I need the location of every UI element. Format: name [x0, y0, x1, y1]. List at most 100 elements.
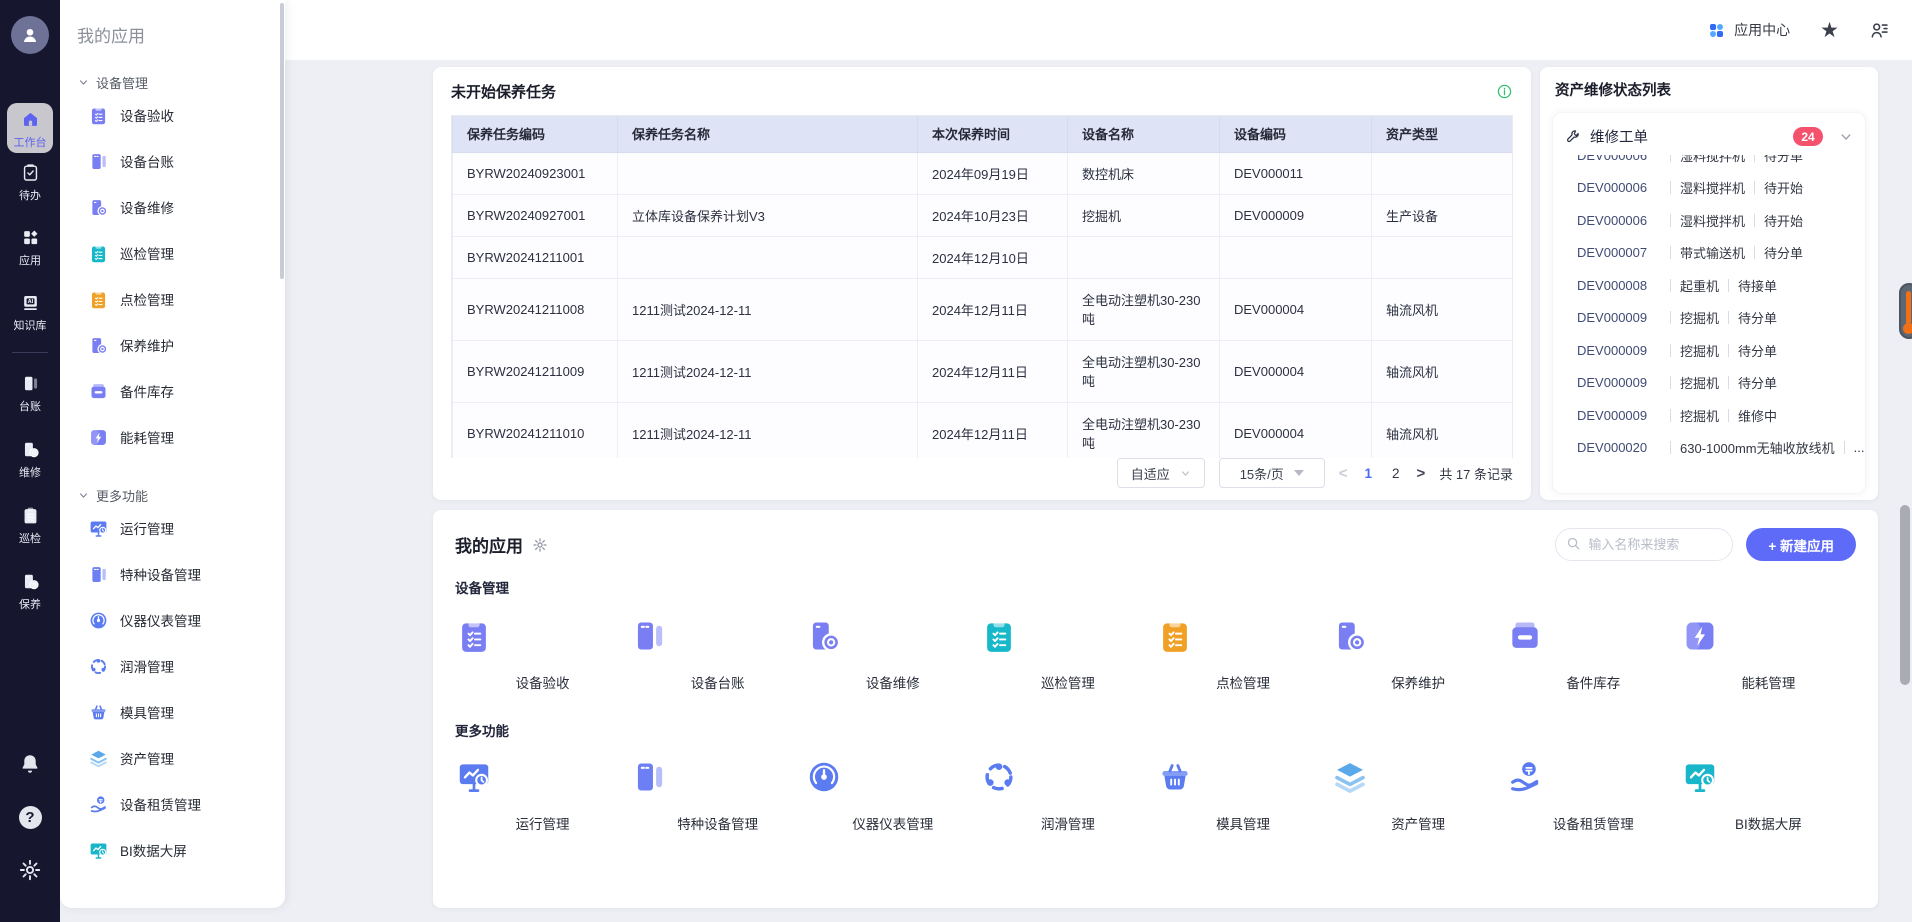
rail-item-knowledge[interactable]: 知识库 [0, 293, 60, 333]
help-button[interactable]: ? [0, 806, 60, 829]
sidebar-item-run-mgmt[interactable]: 运行管理 [60, 505, 285, 551]
device-wrench-icon [805, 617, 980, 655]
next-page-button[interactable]: > [1417, 465, 1426, 482]
repair-item[interactable]: DEV000009 挖掘机 待分单 [1553, 367, 1865, 400]
rail-item-repair[interactable]: 维修 [0, 440, 60, 480]
sidebar-item-lubrication[interactable]: 润滑管理 [60, 643, 285, 689]
device-ledger-icon [21, 374, 40, 393]
sidebar-item-patrol-mgmt[interactable]: 巡检管理 [60, 230, 285, 276]
table-row[interactable]: BYRW20240923001 2024年09月19日 数控机床 DEV000011 [452, 151, 1512, 195]
rail-item-maintain[interactable]: 保养 [0, 572, 60, 612]
app-tile-instrument-mgmt[interactable]: 仪器仪表管理 [805, 758, 980, 833]
sidebar-group-more[interactable]: 更多功能 [60, 486, 285, 505]
app-tile-mold-mgmt[interactable]: 模具管理 [1156, 758, 1331, 833]
main-scrollbar-thumb[interactable] [1900, 505, 1910, 685]
app-tile-patrol-mgmt[interactable]: 巡检管理 [980, 617, 1155, 692]
user-settings-icon[interactable] [1869, 20, 1890, 41]
sidebar-item-device-ledger[interactable]: 设备台账 [60, 138, 285, 184]
search-input[interactable] [1555, 528, 1734, 561]
info-icon[interactable] [1496, 83, 1513, 100]
app-tile-spot-check[interactable]: 点检管理 [1156, 617, 1331, 692]
repair-item[interactable]: DEV000020 630-1000mm无轴收放线机 ... [1553, 432, 1865, 465]
repair-item[interactable]: DEV000006 湿料搅拌机 待开始 [1553, 172, 1865, 205]
repair-item[interactable]: DEV000006 湿料搅拌机 待开始 [1553, 204, 1865, 237]
sidebar-item-asset-mgmt[interactable]: 资产管理 [60, 735, 285, 781]
rail-item-todo[interactable]: 待办 [0, 163, 60, 203]
rail-item-workbench[interactable]: 工作台 [7, 103, 53, 153]
card-title: 我的应用 [455, 537, 523, 556]
sidebar-item-instrument-mgmt[interactable]: 仪器仪表管理 [60, 597, 285, 643]
sidebar-item-equipment-lease[interactable]: 设备租赁管理 [60, 781, 285, 827]
prev-page-button[interactable]: < [1339, 465, 1348, 482]
repair-item[interactable]: DEV000006 湿料搅拌机 待分单 [1553, 155, 1865, 172]
app-tile-asset-mgmt[interactable]: 资产管理 [1331, 758, 1506, 833]
sidebar-item-maintenance[interactable]: 保养维护 [60, 322, 285, 368]
page-number-2[interactable]: 2 [1389, 466, 1403, 481]
chevron-down-icon[interactable] [1839, 130, 1853, 144]
rail-item-ledger[interactable]: 台账 [0, 374, 60, 414]
app-tile-equipment-lease[interactable]: 设备租赁管理 [1506, 758, 1681, 833]
table-row[interactable]: BYRW20241211001 2024年12月10日 [452, 235, 1512, 279]
repair-item[interactable]: DEV000007 带式输送机 待分单 [1553, 237, 1865, 270]
sidebar-scrollbar-thumb[interactable] [280, 3, 284, 279]
device-gear-icon [88, 335, 109, 356]
repair-item[interactable]: DEV000008 起重机 待接单 [1553, 269, 1865, 302]
app-center-button[interactable]: 应用中心 [1707, 20, 1790, 40]
app-center-icon [1707, 21, 1726, 40]
rail-item-label: 维修 [19, 467, 41, 479]
sidebar-item-bi-dashboard[interactable]: BI数据大屏 [60, 827, 285, 873]
page-number-1[interactable]: 1 [1362, 466, 1376, 481]
notifications-button[interactable] [0, 752, 60, 776]
sidebar-item-spare-parts[interactable]: 备件库存 [60, 368, 285, 414]
home-icon [21, 110, 40, 129]
app-tile-run-mgmt[interactable]: 运行管理 [455, 758, 630, 833]
app-tile-lubrication[interactable]: 润滑管理 [980, 758, 1155, 833]
app-tile-spare-parts[interactable]: 备件库存 [1506, 617, 1681, 692]
app-tile-maintenance[interactable]: 保养维护 [1331, 617, 1506, 692]
gauge-icon [88, 610, 109, 631]
sidebar-group-equipment[interactable]: 设备管理 [60, 73, 285, 92]
page-size-select[interactable]: 15条/页 [1218, 458, 1325, 488]
clipboard-icon [980, 617, 1155, 655]
table-header-row: 保养任务编码 保养任务名称 本次保养时间 设备名称 设备编码 资产类型 [452, 116, 1512, 153]
rail-divider [12, 352, 48, 353]
sidebar-item-mold-mgmt[interactable]: 模具管理 [60, 689, 285, 735]
avatar[interactable] [11, 16, 49, 54]
gear-icon[interactable] [532, 537, 548, 553]
repair-item[interactable]: DEV000009 挖掘机 维修中 [1553, 399, 1865, 432]
sidebar-item-device-acceptance[interactable]: 设备验收 [60, 92, 285, 138]
app-tile-special-equipment[interactable]: 特种设备管理 [630, 758, 805, 833]
app-tile-device-ledger[interactable]: 设备台账 [630, 617, 805, 692]
app-tile-device-acceptance[interactable]: 设备验收 [455, 617, 630, 692]
column-header: 设备编码 [1219, 116, 1372, 153]
apps-group-label: 设备管理 [455, 581, 509, 596]
app-tile-bi-dashboard[interactable]: BI数据大屏 [1681, 758, 1856, 833]
rail-item-patrol[interactable]: 巡检 [0, 506, 60, 546]
app-tile-energy[interactable]: 能耗管理 [1681, 617, 1856, 692]
patrol-clipboard-icon [21, 506, 40, 525]
total-records: 共 17 条记录 [1439, 466, 1513, 482]
clipboard-icon [1156, 617, 1331, 655]
table-row[interactable]: BYRW20240927001 立体库设备保养计划V3 2024年10月23日 挖掘机… [452, 193, 1512, 237]
device-icon [630, 617, 805, 655]
sidebar-item-spot-check[interactable]: 点检管理 [60, 276, 285, 322]
rail-item-apps[interactable]: 应用 [0, 228, 60, 268]
table-row[interactable]: BYRW20241211009 1211测试2024-12-11 2024年12月1… [452, 339, 1512, 403]
repair-item[interactable]: DEV000009 挖掘机 待分单 [1553, 302, 1865, 335]
sidebar-item-energy[interactable]: 能耗管理 [60, 414, 285, 460]
fit-select[interactable]: 自适应 [1116, 458, 1205, 488]
favorites-star-icon[interactable]: ★ [1820, 19, 1839, 41]
rail-item-label: 台账 [19, 401, 41, 413]
layers-icon [1331, 758, 1506, 796]
app-tile-device-repair[interactable]: 设备维修 [805, 617, 980, 692]
settings-button[interactable] [0, 858, 60, 882]
new-app-button[interactable]: + 新建应用 [1746, 528, 1856, 561]
floating-widget[interactable] [1899, 283, 1912, 339]
sidebar-item-device-repair[interactable]: 设备维修 [60, 184, 285, 230]
repair-item[interactable]: DEV000009 挖掘机 待分单 [1553, 334, 1865, 367]
table-row[interactable]: BYRW20241211008 1211测试2024-12-11 2024年12月1… [452, 277, 1512, 341]
rail-item-label: 保养 [19, 599, 41, 611]
table-row[interactable]: BYRW20241211010 1211测试2024-12-11 2024年12月1… [452, 401, 1512, 458]
sidebar-item-special-equipment[interactable]: 特种设备管理 [60, 551, 285, 597]
column-header: 保养任务名称 [617, 116, 918, 153]
